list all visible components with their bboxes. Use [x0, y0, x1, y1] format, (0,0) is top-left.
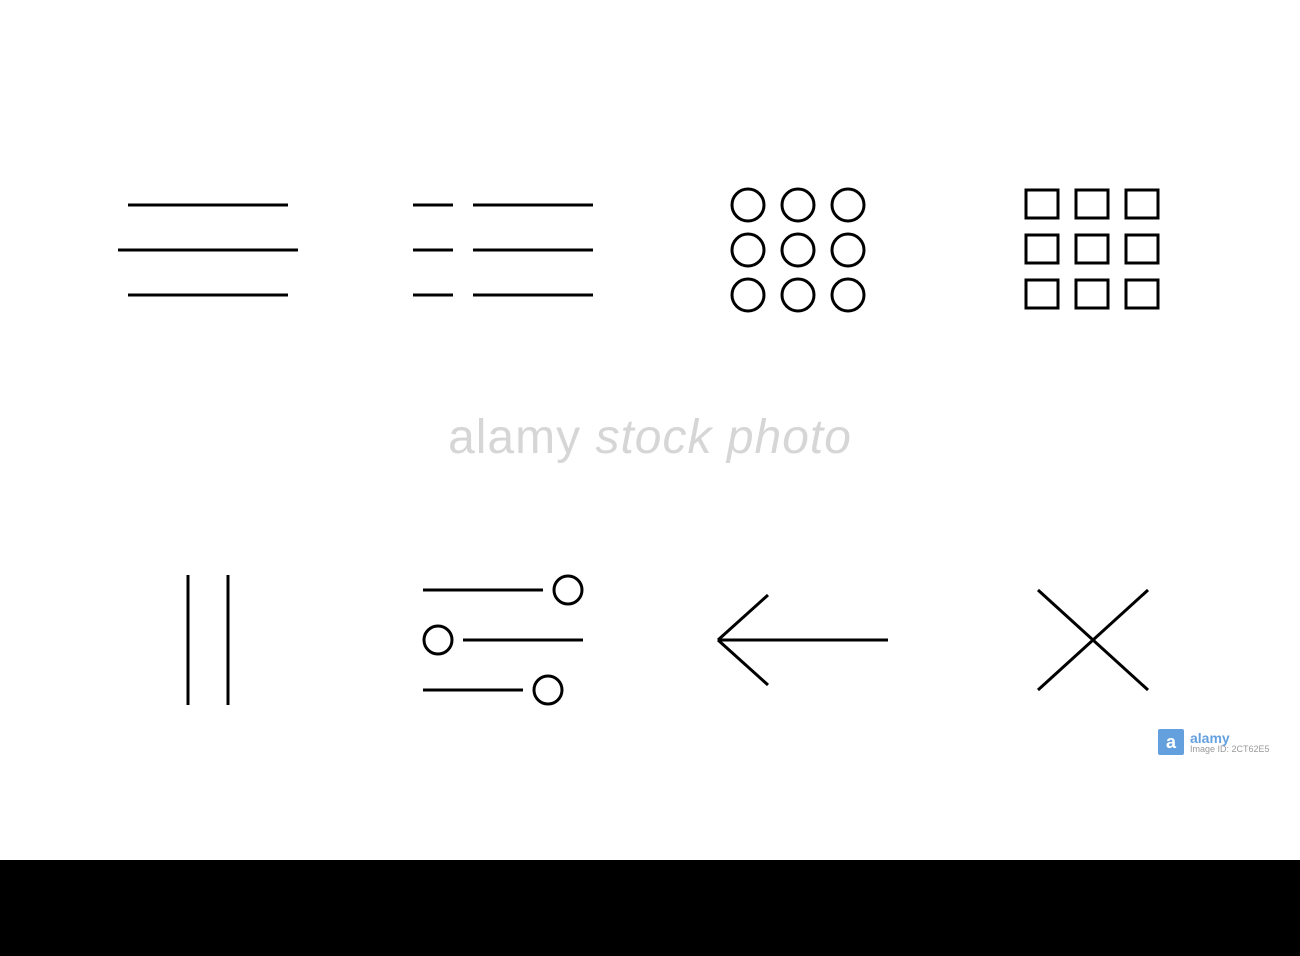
- close-x-icon: [993, 560, 1193, 720]
- alamy-name: alamy: [1190, 731, 1270, 745]
- alamy-image-id: Image ID: 2CT62E5: [1190, 745, 1270, 754]
- grid-squares-icon: [993, 170, 1193, 330]
- arrow-left-icon: [698, 560, 898, 720]
- sliders-settings-icon: [403, 560, 603, 720]
- pause-icon: [108, 560, 308, 720]
- list-menu-icon: [403, 170, 603, 330]
- bottom-black-bar: [0, 860, 1300, 956]
- alamy-corner-logo: a alamy Image ID: 2CT62E5: [1158, 728, 1288, 756]
- hamburger-menu-icon: [108, 170, 308, 330]
- icon-grid: [80, 170, 1220, 720]
- icon-sheet-canvas: alamy stock photo a alamy Image ID: 2CT6…: [0, 0, 1300, 860]
- alamy-mark: a: [1158, 729, 1184, 755]
- grid-circles-icon: [698, 170, 898, 330]
